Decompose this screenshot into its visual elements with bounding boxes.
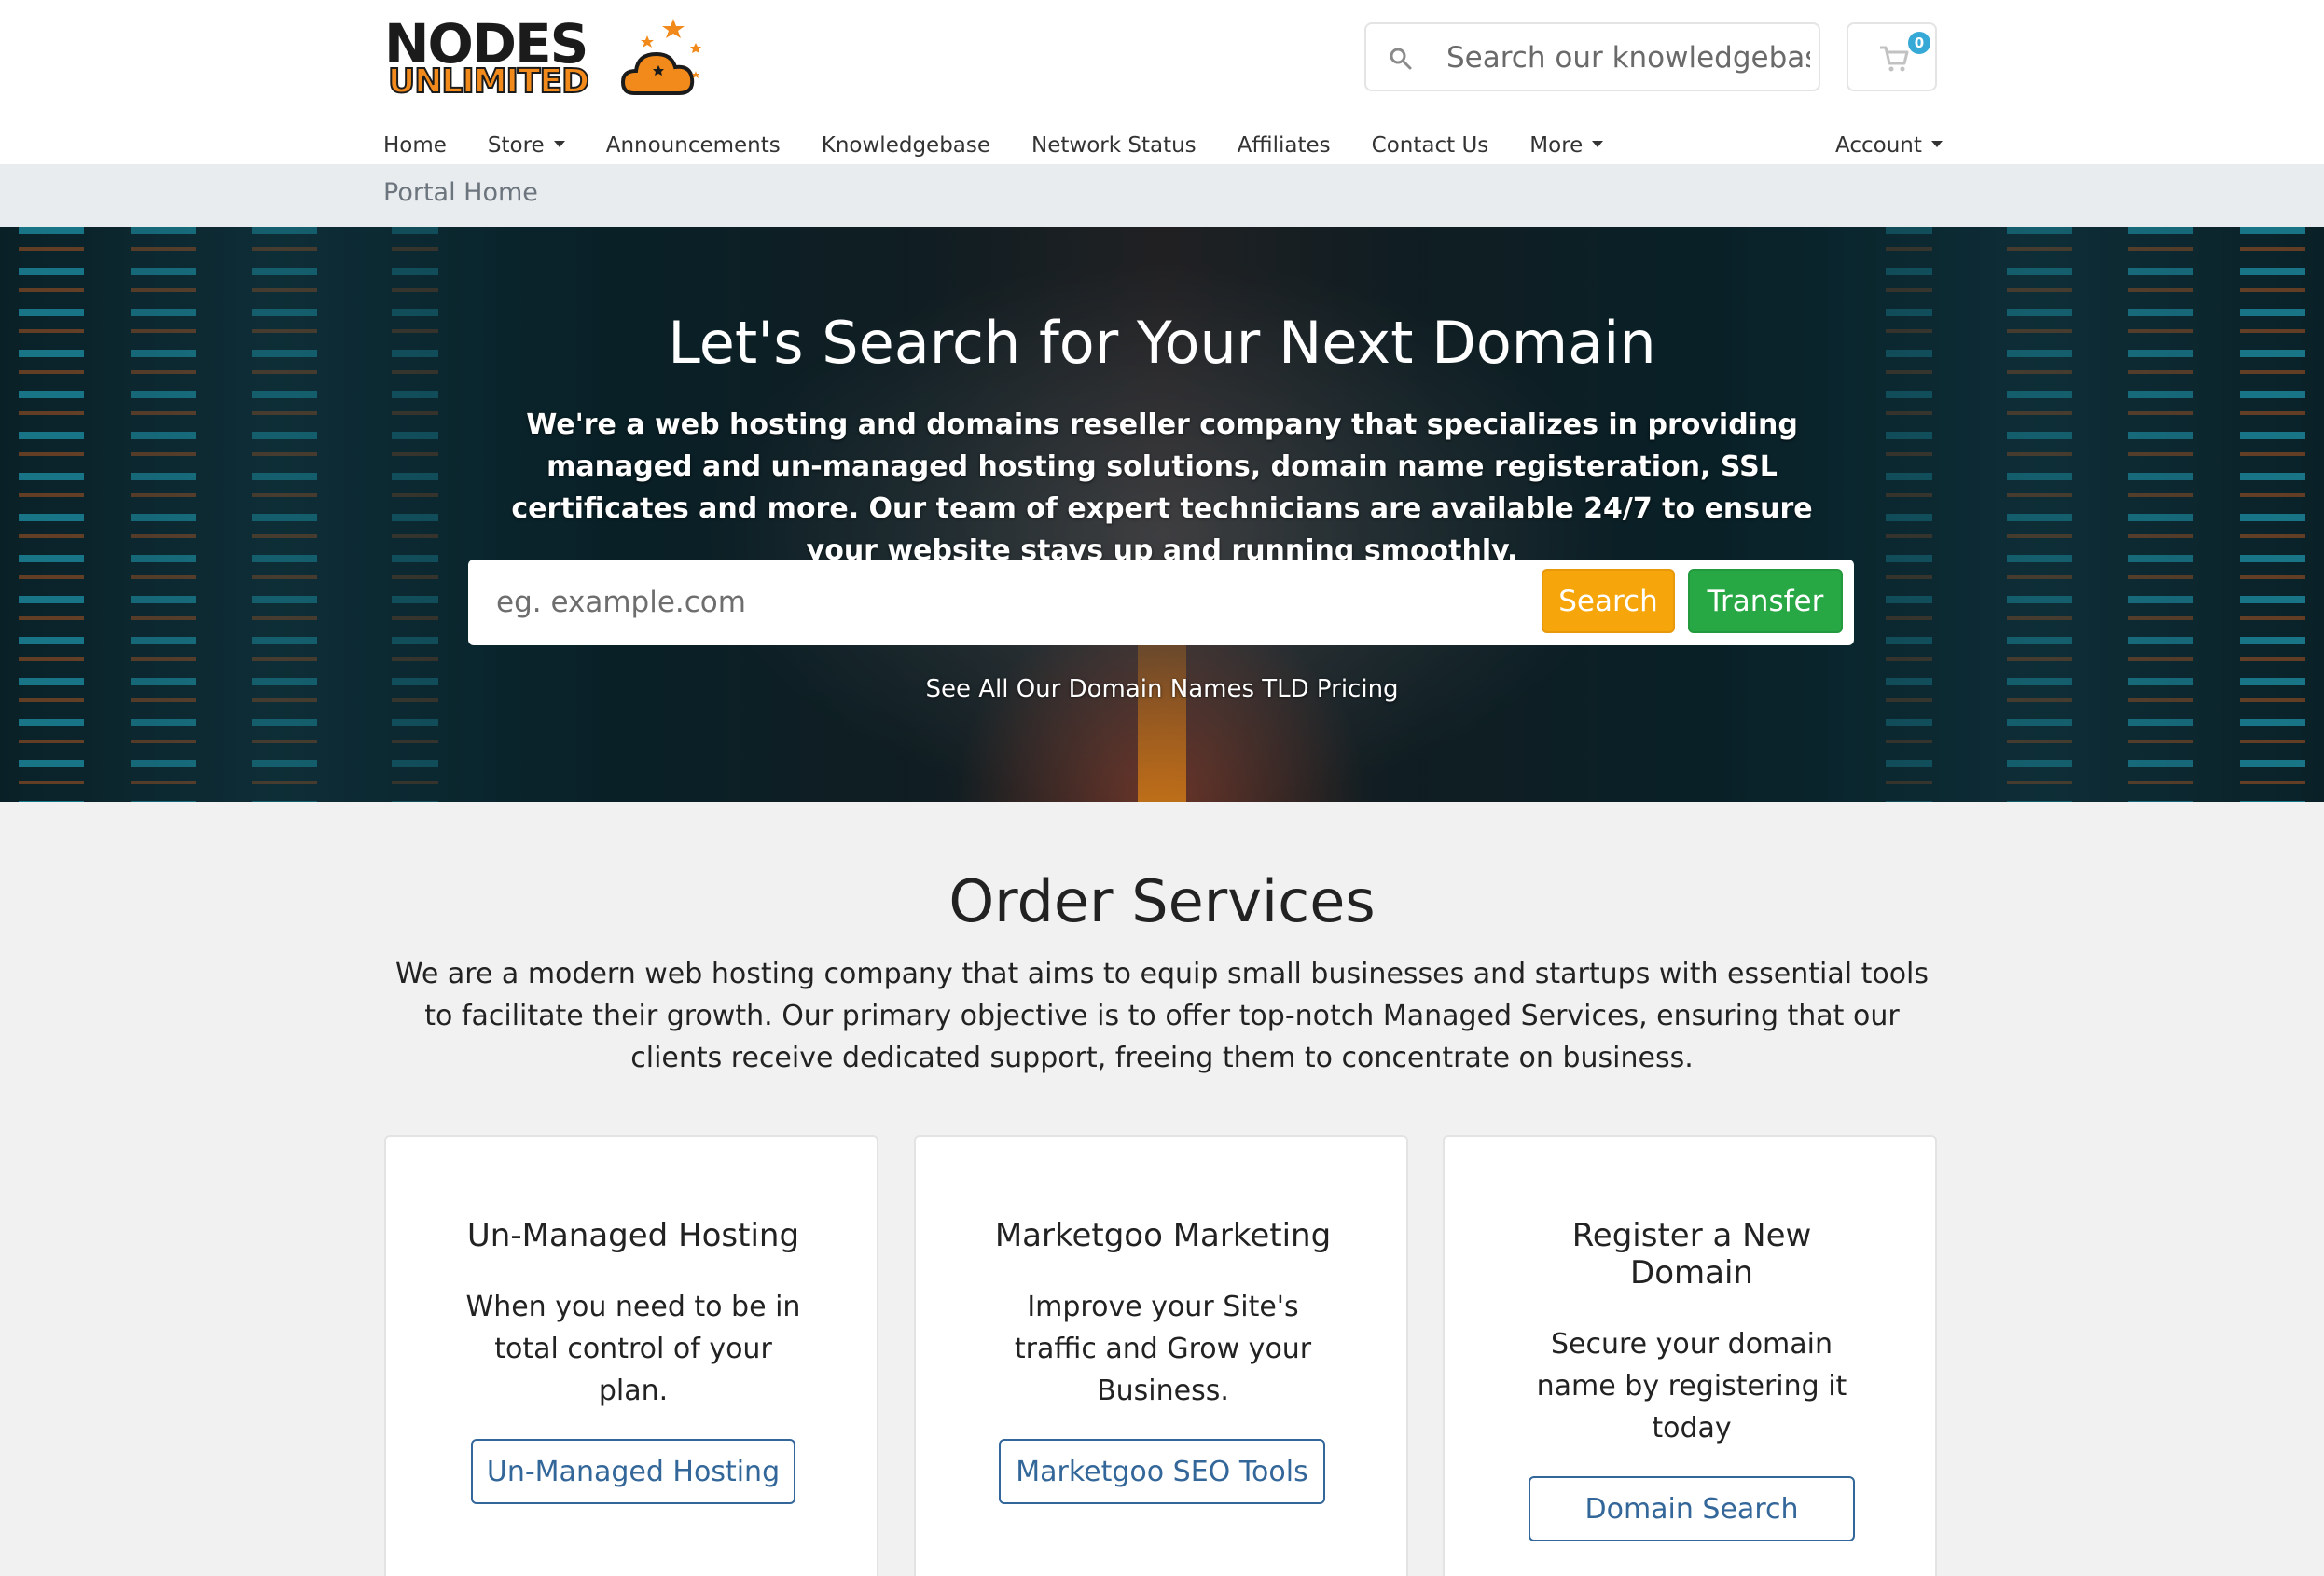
account-label: Account bbox=[1835, 133, 1922, 158]
site-logo[interactable]: NODES UNLIMITED bbox=[382, 11, 709, 104]
chevron-down-icon bbox=[1592, 141, 1604, 147]
nav-item-label: Store bbox=[487, 133, 545, 158]
service-card-title: Register a New Domain bbox=[1571, 1217, 1812, 1292]
nav-item-affiliates[interactable]: Affiliates bbox=[1238, 131, 1331, 160]
nav-item-label: Contact Us bbox=[1371, 133, 1489, 158]
top-header: NODES UNLIMITED 0 Home Store Announcemen… bbox=[0, 0, 2324, 164]
service-card-marketgoo: Marketgoo Marketing Improve your Site's … bbox=[914, 1135, 1408, 1576]
domain-transfer-button[interactable]: Transfer bbox=[1688, 569, 1843, 633]
service-card-description: When you need to be in total control of … bbox=[465, 1291, 801, 1407]
cart-count-badge: 0 bbox=[1908, 32, 1930, 54]
main-nav: Home Store Announcements Knowledgebase N… bbox=[383, 131, 1644, 160]
cloud-stars-logo-icon bbox=[620, 19, 701, 95]
hero-title: Let's Search for Your Next Domain bbox=[668, 309, 1656, 377]
breadcrumb: Portal Home bbox=[0, 164, 2324, 227]
cart-icon bbox=[1880, 46, 1909, 72]
service-card-register-domain: Register a New Domain Secure your domain… bbox=[1443, 1135, 1937, 1576]
nav-item-label: Affiliates bbox=[1237, 133, 1331, 158]
nav-item-account[interactable]: Account bbox=[1835, 131, 1943, 160]
nav-item-store[interactable]: Store bbox=[488, 131, 565, 160]
search-icon[interactable] bbox=[1389, 47, 1413, 71]
nav-item-label: Home bbox=[383, 133, 447, 158]
tld-pricing-link[interactable]: See All Our Domain Names TLD Pricing bbox=[0, 675, 2324, 703]
nav-item-label: Announcements bbox=[605, 133, 781, 158]
nav-item-label: Knowledgebase bbox=[821, 133, 991, 158]
nav-item-contact-us[interactable]: Contact Us bbox=[1372, 131, 1489, 160]
domain-search-button[interactable]: Search bbox=[1542, 569, 1675, 633]
chevron-down-icon bbox=[1930, 141, 1943, 147]
order-services-title: Order Services bbox=[948, 867, 1376, 935]
service-card-title: Marketgoo Marketing bbox=[994, 1217, 1332, 1254]
breadcrumb-portal-home[interactable]: Portal Home bbox=[383, 178, 538, 207]
marketgoo-seo-tools-button[interactable]: Marketgoo SEO Tools bbox=[999, 1439, 1325, 1504]
chevron-down-icon bbox=[553, 141, 565, 147]
domain-search-input[interactable] bbox=[496, 578, 1429, 627]
order-services-description: We are a modern web hosting company that… bbox=[394, 958, 1930, 1074]
nav-item-network-status[interactable]: Network Status bbox=[1031, 131, 1197, 160]
nav-item-announcements[interactable]: Announcements bbox=[606, 131, 781, 160]
logo-text-bottom: UNLIMITED bbox=[387, 62, 590, 101]
nav-item-label: More bbox=[1529, 133, 1584, 158]
service-card-title: Un-Managed Hosting bbox=[466, 1217, 800, 1254]
hero-banner: Let's Search for Your Next Domain We're … bbox=[0, 227, 2324, 802]
hero-description: We're a web hosting and domains reseller… bbox=[511, 408, 1813, 567]
service-card-unmanaged-hosting: Un-Managed Hosting When you need to be i… bbox=[384, 1135, 878, 1576]
service-card-description: Secure your domain name by registering i… bbox=[1536, 1328, 1847, 1445]
unmanaged-hosting-button[interactable]: Un-Managed Hosting bbox=[471, 1439, 795, 1504]
nav-item-label: Network Status bbox=[1031, 133, 1197, 158]
cart-button[interactable]: 0 bbox=[1847, 22, 1937, 91]
knowledgebase-search[interactable] bbox=[1364, 22, 1820, 91]
domain-search-card-button[interactable]: Domain Search bbox=[1529, 1476, 1855, 1541]
domain-search-form: Search Transfer bbox=[468, 560, 1854, 645]
knowledgebase-search-input[interactable] bbox=[1446, 35, 1810, 80]
nav-item-knowledgebase[interactable]: Knowledgebase bbox=[822, 131, 990, 160]
nav-item-home[interactable]: Home bbox=[383, 131, 447, 160]
service-card-description: Improve your Site's traffic and Grow you… bbox=[1014, 1291, 1312, 1407]
nav-item-more[interactable]: More bbox=[1529, 131, 1604, 160]
